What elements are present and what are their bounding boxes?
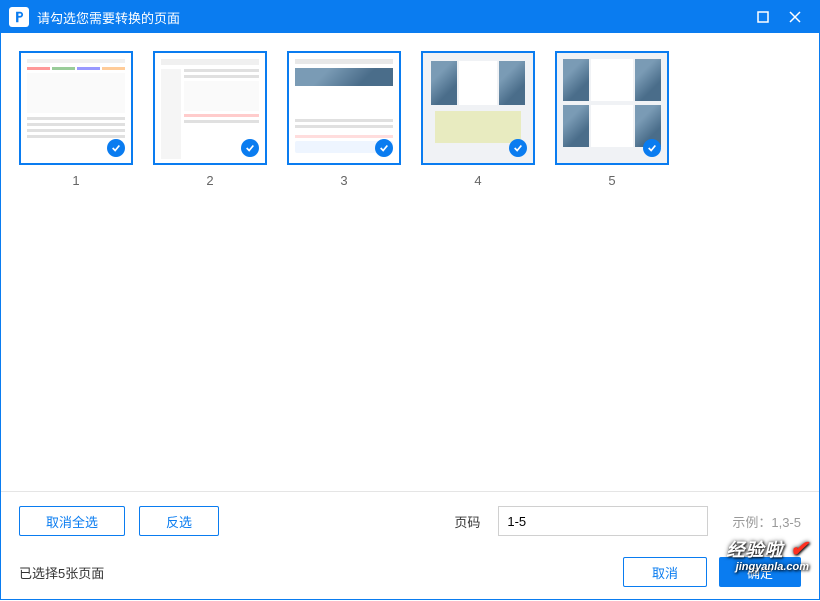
page-thumbnail-1[interactable] [19, 51, 133, 165]
app-logo-icon [9, 7, 29, 27]
page-thumbnail: 5 [555, 51, 669, 188]
page-thumbnail-4[interactable] [421, 51, 535, 165]
page-number-label: 3 [340, 173, 347, 188]
footer: 取消全选 反选 页码 示例：1,3-5 已选择5张页面 取消 确定 经验啦 ✔ … [1, 491, 819, 601]
page-selection-area: 1 [1, 33, 819, 491]
page-thumbnail-5[interactable] [555, 51, 669, 165]
page-thumbnail: 4 [421, 51, 535, 188]
page-thumbnail: 3 [287, 51, 401, 188]
confirm-button[interactable]: 确定 [719, 557, 801, 587]
page-thumbnail-2[interactable] [153, 51, 267, 165]
page-thumbnail: 2 [153, 51, 267, 188]
close-button[interactable] [779, 1, 811, 33]
footer-bottom-row: 已选择5张页面 取消 确定 [19, 557, 801, 587]
page-range-example: 示例：1,3-5 [732, 512, 801, 531]
page-thumbnail: 1 [19, 51, 133, 188]
page-number-label: 1 [72, 173, 79, 188]
page-number-label: 5 [608, 173, 615, 188]
page-range-input[interactable] [498, 506, 708, 536]
check-icon [643, 139, 661, 157]
window-controls [747, 1, 811, 33]
check-icon [375, 139, 393, 157]
page-number-label: 2 [206, 173, 213, 188]
check-icon [509, 139, 527, 157]
check-icon [241, 139, 259, 157]
page-number-label: 4 [474, 173, 481, 188]
footer-top-row: 取消全选 反选 页码 示例：1,3-5 [19, 506, 801, 536]
check-icon [107, 139, 125, 157]
selection-status: 已选择5张页面 [19, 563, 623, 582]
cancel-button[interactable]: 取消 [623, 557, 707, 587]
window-title: 请勾选您需要转换的页面 [37, 8, 747, 27]
maximize-button[interactable] [747, 1, 779, 33]
deselect-all-button[interactable]: 取消全选 [19, 506, 125, 536]
page-range-label: 页码 [454, 512, 480, 531]
invert-selection-button[interactable]: 反选 [139, 506, 219, 536]
thumbnail-grid: 1 [19, 51, 801, 188]
page-thumbnail-3[interactable] [287, 51, 401, 165]
titlebar: 请勾选您需要转换的页面 [1, 1, 819, 33]
